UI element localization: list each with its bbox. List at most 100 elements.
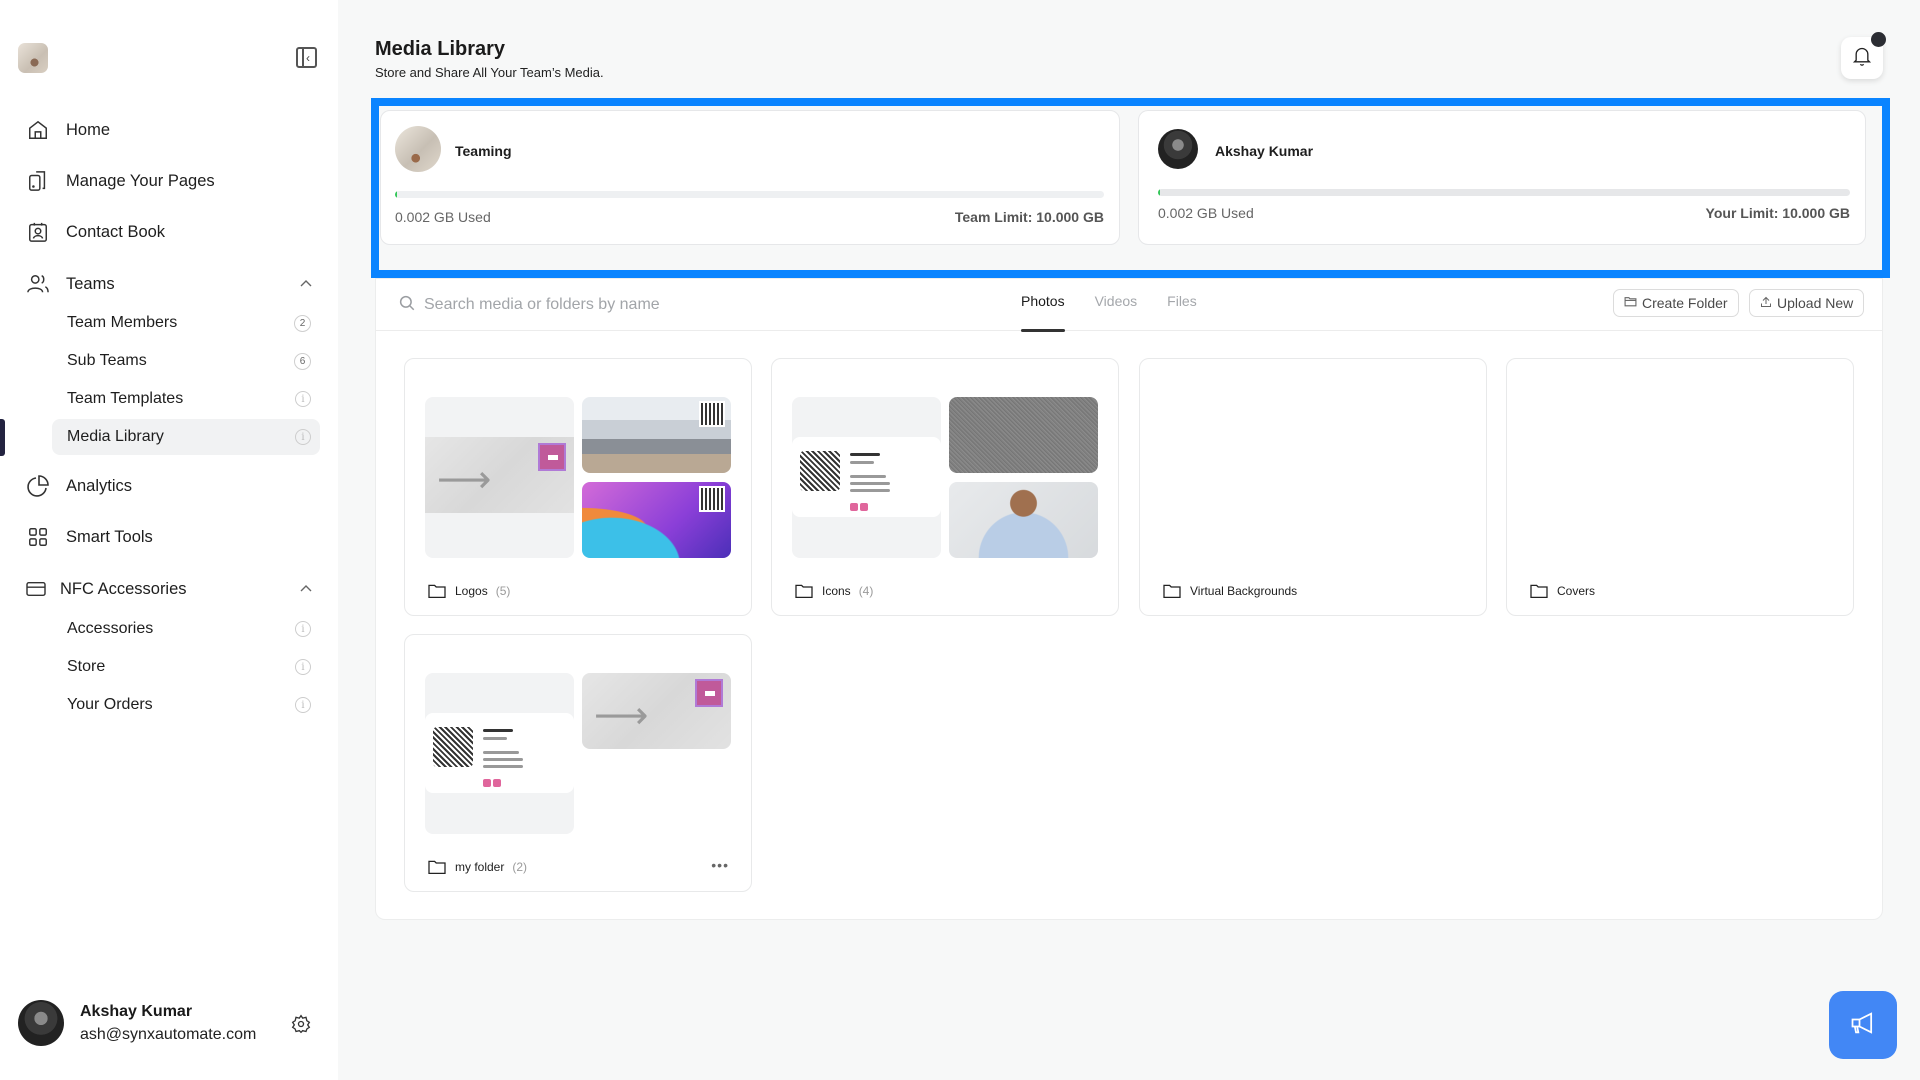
sidebar-item-media-library[interactable]: Media Library i xyxy=(52,419,320,455)
sidebar-item-label: Media Library xyxy=(67,428,164,445)
bell-icon xyxy=(1852,45,1872,72)
team-usage-card: Teaming 0.002 GB Used Team Limit: 10.000… xyxy=(380,110,1120,245)
thumbnail[interactable] xyxy=(425,673,574,834)
chevron-up-icon[interactable] xyxy=(300,275,312,290)
folder-name: my folder xyxy=(455,860,505,874)
sidebar-item-label: Contact Book xyxy=(66,222,166,241)
thumbnail[interactable] xyxy=(582,397,731,473)
team-name: Teaming xyxy=(455,143,512,159)
sidebar-item-teams[interactable]: Teams xyxy=(24,266,324,302)
sidebar-item-label: Sub Teams xyxy=(67,352,147,369)
folder-icon xyxy=(795,584,813,599)
progress-fill xyxy=(395,191,398,198)
folder-label: my folder (2) xyxy=(427,859,527,875)
media-toolbar: Photos Videos Files Create Folder Upload… xyxy=(376,279,1882,332)
qr-code-icon xyxy=(538,443,566,471)
thumbnail[interactable] xyxy=(792,397,941,558)
sidebar-item-label: Smart Tools xyxy=(66,527,153,546)
text-line xyxy=(850,489,890,492)
qr-code-icon xyxy=(699,401,725,427)
sidebar-item-nfc-accessories[interactable]: NFC Accessories xyxy=(22,571,322,607)
arrow-card-image: ⟶ xyxy=(425,437,574,513)
search-bar[interactable] xyxy=(398,291,918,319)
button-label: Upload New xyxy=(1777,295,1854,311)
upload-new-button[interactable]: Upload New xyxy=(1749,289,1865,317)
thumbnail[interactable] xyxy=(949,397,1098,473)
sidebar-item-label: NFC Accessories xyxy=(60,579,187,598)
sidebar-item-team-members[interactable]: Team Members 2 xyxy=(52,305,320,341)
folder-label: Covers xyxy=(1529,583,1595,599)
social-icon xyxy=(860,503,868,511)
user-name: Akshay Kumar xyxy=(1215,143,1314,159)
sidebar-item-team-templates[interactable]: Team Templates i xyxy=(52,381,320,417)
team-storage-progress xyxy=(395,191,1104,198)
folder-count: (4) xyxy=(858,584,874,598)
sidebar-collapse-icon[interactable]: ‹ xyxy=(296,47,317,68)
megaphone-icon xyxy=(1849,1009,1877,1042)
arrow-icon: ⟶ xyxy=(437,459,492,501)
info-icon: i xyxy=(295,659,311,675)
contact-book-icon xyxy=(24,218,52,246)
text-line xyxy=(850,453,880,456)
chevron-up-icon[interactable] xyxy=(300,580,312,595)
folder-thumbnails: ⟶ xyxy=(425,397,735,558)
folder-count: (2) xyxy=(512,860,528,874)
sidebar-item-sub-teams[interactable]: Sub Teams 6 xyxy=(52,343,320,379)
sidebar-item-accessories[interactable]: Accessories i xyxy=(52,611,320,647)
media-tabs: Photos Videos Files xyxy=(1021,279,1227,332)
announcements-button[interactable] xyxy=(1829,991,1897,1059)
thumbnail[interactable] xyxy=(949,482,1098,558)
sidebar-item-home[interactable]: Home xyxy=(24,112,324,148)
sidebar-item-label: Home xyxy=(66,120,111,139)
qr-code-icon xyxy=(433,727,473,767)
create-folder-button[interactable]: Create Folder xyxy=(1613,289,1739,317)
team-limit: Team Limit: 10.000 GB xyxy=(954,209,1104,225)
team-logo[interactable] xyxy=(18,43,48,73)
folder-card-icons[interactable]: Icons (4) xyxy=(771,358,1119,616)
thumbnail[interactable]: ⟶ xyxy=(425,397,574,558)
search-input[interactable] xyxy=(424,296,904,314)
thumbnail[interactable] xyxy=(582,482,731,558)
business-card-image xyxy=(425,713,574,793)
gear-icon[interactable] xyxy=(291,1014,311,1034)
user-profile[interactable]: Akshay Kumar ash@synxautomate.com xyxy=(18,1000,328,1050)
sidebar-item-smart-tools[interactable]: Smart Tools xyxy=(24,519,324,555)
sidebar-item-label: Team Members xyxy=(67,314,178,331)
user-avatar xyxy=(1158,129,1198,169)
sidebar-item-contact-book[interactable]: Contact Book xyxy=(24,214,324,250)
sidebar-item-manage-pages[interactable]: Manage Your Pages xyxy=(24,163,324,199)
folder-name: Icons xyxy=(822,584,851,598)
upload-icon xyxy=(1760,296,1772,311)
sidebar-item-label: Your Orders xyxy=(67,696,153,713)
media-panel: Photos Videos Files Create Folder Upload… xyxy=(375,278,1883,920)
sidebar-item-analytics[interactable]: Analytics xyxy=(24,468,324,504)
folder-card-my-folder[interactable]: ⟶ my folder (2) ••• xyxy=(404,634,752,892)
user-usage-card: Akshay Kumar 0.002 GB Used Your Limit: 1… xyxy=(1138,110,1866,245)
folder-card-virtual-backgrounds[interactable]: Virtual Backgrounds xyxy=(1139,358,1487,616)
folder-count: (5) xyxy=(495,584,511,598)
thumbnail[interactable]: ⟶ xyxy=(582,673,731,749)
folder-icon xyxy=(1163,584,1181,599)
tab-files[interactable]: Files xyxy=(1167,279,1197,331)
sidebar-item-store[interactable]: Store i xyxy=(52,649,320,685)
folder-label: Virtual Backgrounds xyxy=(1162,583,1297,599)
sidebar-item-your-orders[interactable]: Your Orders i xyxy=(52,687,320,723)
tab-photos[interactable]: Photos xyxy=(1021,279,1065,332)
text-line xyxy=(483,729,513,732)
text-line xyxy=(483,751,519,754)
profile-email: ash@synxautomate.com xyxy=(80,1026,257,1043)
home-icon xyxy=(24,116,52,144)
more-options-icon[interactable]: ••• xyxy=(711,857,729,873)
team-used: 0.002 GB Used xyxy=(395,209,491,225)
sidebar-item-label: Accessories xyxy=(67,620,154,637)
folder-card-logos[interactable]: ⟶ Logos (5) xyxy=(404,358,752,616)
qr-code-icon xyxy=(800,451,840,491)
avatar[interactable] xyxy=(18,1000,64,1046)
folder-card-covers[interactable]: Covers xyxy=(1506,358,1854,616)
folder-icon xyxy=(1624,296,1637,310)
qr-code-icon xyxy=(695,679,723,707)
text-line xyxy=(850,475,886,478)
pie-chart-icon xyxy=(24,472,52,500)
text-line xyxy=(483,758,523,761)
tab-videos[interactable]: Videos xyxy=(1095,279,1138,331)
